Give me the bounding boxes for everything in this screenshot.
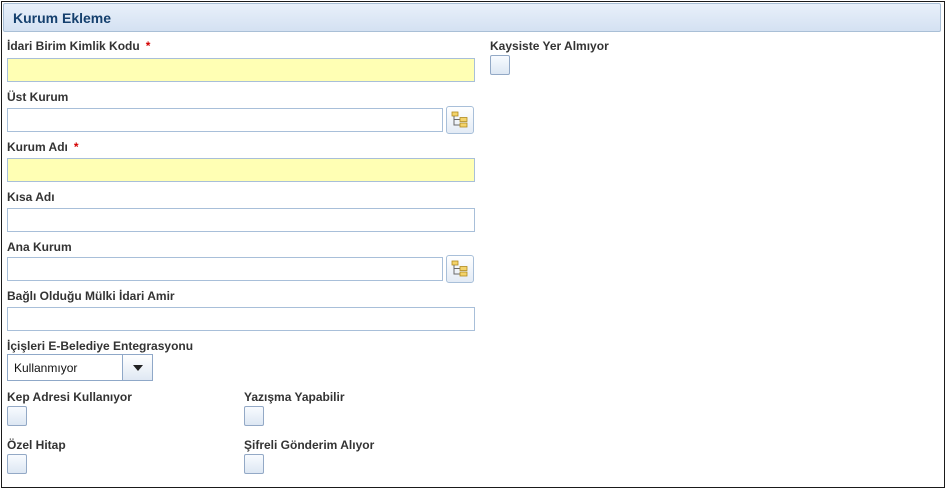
bagli-amir-input[interactable] xyxy=(7,307,475,331)
ana-kurum-input[interactable] xyxy=(7,257,443,281)
kurum-adi-input[interactable] xyxy=(7,158,475,182)
idari-birim-input[interactable] xyxy=(7,58,475,82)
e-belediye-select[interactable]: Kullanmıyor xyxy=(7,354,153,381)
ozel-hitap-label: Özel Hitap xyxy=(7,438,66,452)
ust-kurum-input[interactable] xyxy=(7,108,443,132)
kep-adresi-label: Kep Adresi Kullanıyor xyxy=(7,390,132,404)
e-belediye-selected-value: Kullanmıyor xyxy=(14,361,78,375)
ust-kurum-picker-button[interactable] xyxy=(446,106,474,134)
required-mark: * xyxy=(73,140,79,154)
ana-kurum-picker-button[interactable] xyxy=(446,255,474,283)
ust-kurum-label: Üst Kurum xyxy=(7,90,69,104)
ozel-hitap-checkbox[interactable] xyxy=(7,454,27,474)
yazisma-checkbox[interactable] xyxy=(244,406,264,426)
required-mark: * xyxy=(145,39,151,53)
panel-title: Kurum Ekleme xyxy=(13,10,112,26)
kurum-adi-label: Kurum Adı * xyxy=(7,140,79,154)
tree-picker-icon xyxy=(451,260,468,277)
tree-picker-icon xyxy=(451,111,468,128)
e-belediye-label: İçişleri E-Belediye Entegrasyonu xyxy=(7,339,194,353)
sifreli-label: Şifreli Gönderim Alıyor xyxy=(244,438,375,452)
sifreli-checkbox[interactable] xyxy=(244,454,264,474)
kaysiste-label: Kaysiste Yer Almıyor xyxy=(490,39,609,53)
yazisma-label: Yazışma Yapabilir xyxy=(244,390,345,404)
kurum-adi-label-text: Kurum Adı xyxy=(7,140,68,154)
bagli-amir-label: Bağlı Olduğu Mülki İdari Amir xyxy=(7,289,175,303)
ana-kurum-label: Ana Kurum xyxy=(7,240,72,254)
panel-header: Kurum Ekleme xyxy=(3,3,941,32)
idari-birim-label-text: İdari Birim Kimlik Kodu xyxy=(7,39,140,53)
e-belediye-dropdown-button[interactable] xyxy=(122,355,152,380)
chevron-down-icon xyxy=(132,364,143,371)
kep-adresi-checkbox[interactable] xyxy=(7,406,27,426)
idari-birim-label: İdari Birim Kimlik Kodu * xyxy=(7,39,150,53)
kaysiste-checkbox[interactable] xyxy=(490,55,510,75)
kisa-adi-input[interactable] xyxy=(7,208,475,232)
kisa-adi-label: Kısa Adı xyxy=(7,190,55,204)
